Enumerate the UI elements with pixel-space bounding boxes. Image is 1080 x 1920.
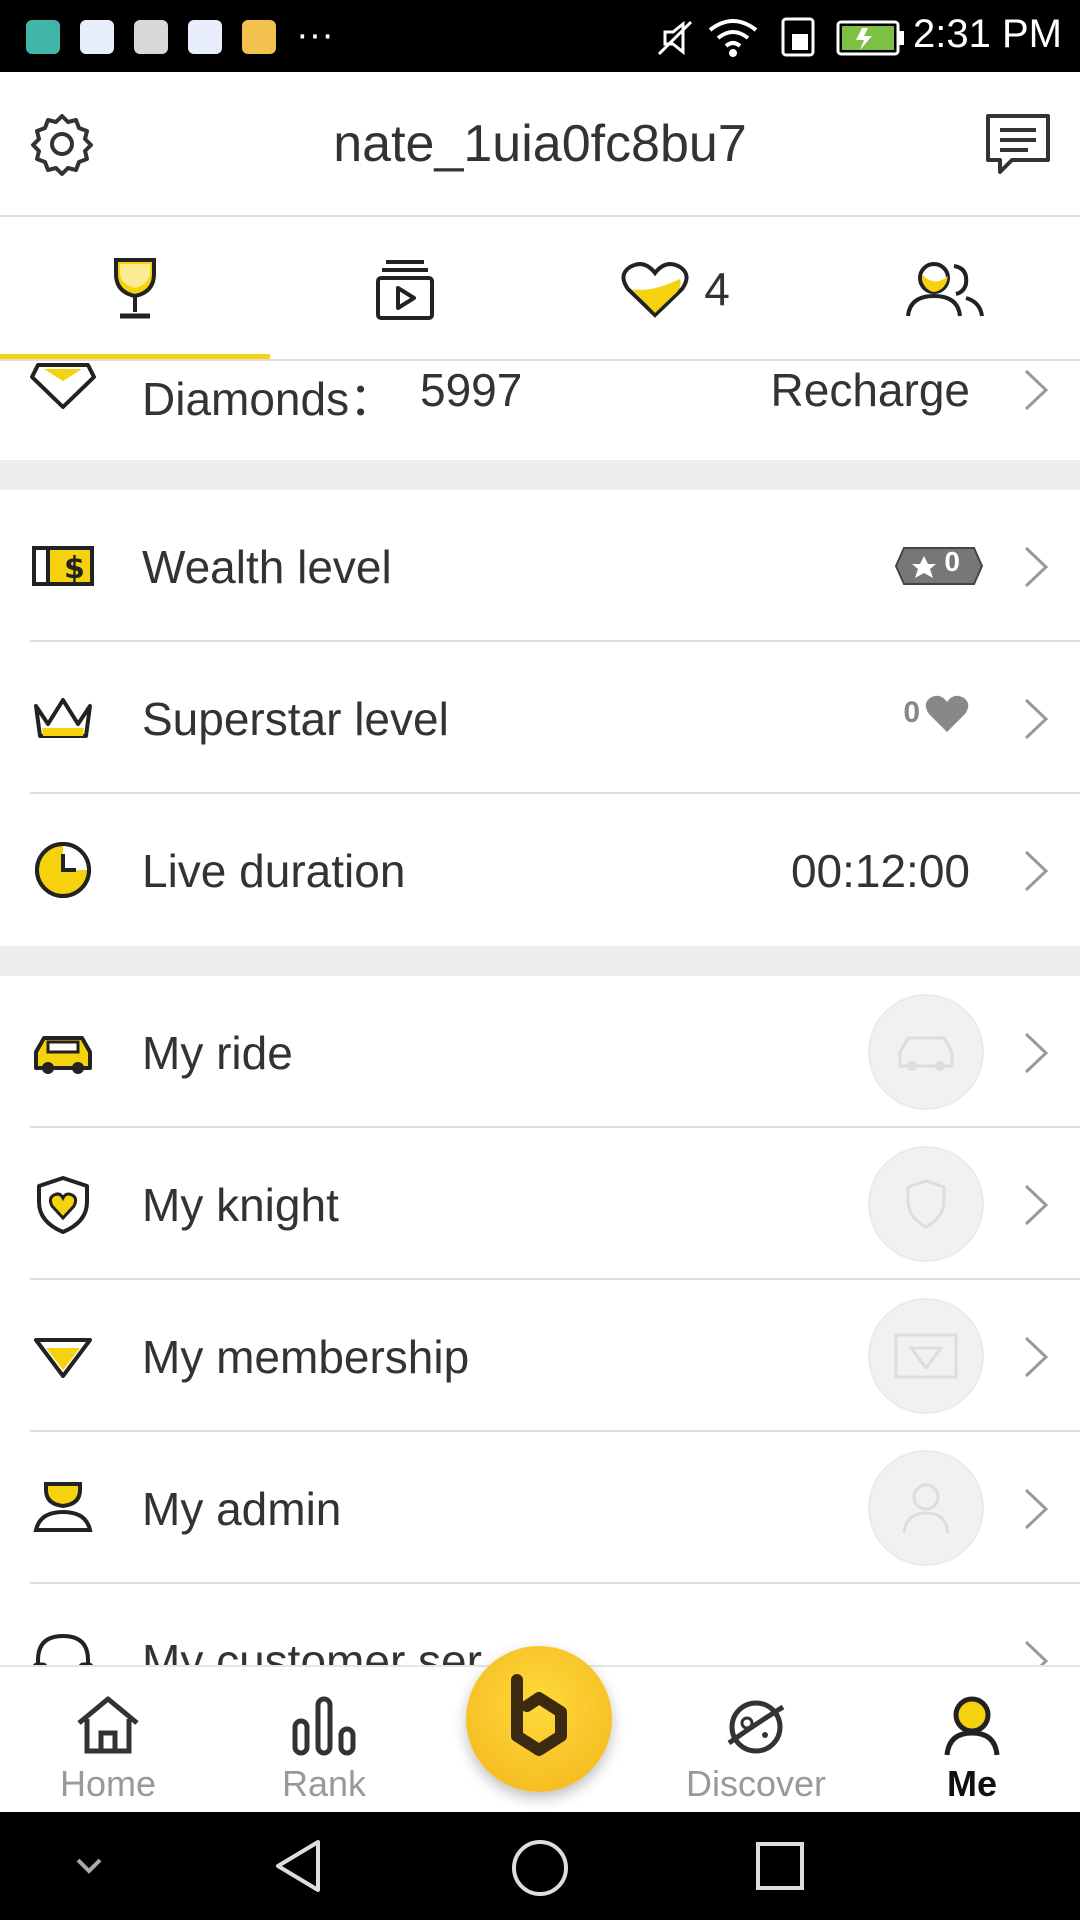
admin-thumbnail (868, 1450, 984, 1566)
gray-heart-icon (925, 695, 969, 732)
font-icon (134, 20, 168, 54)
battery-icon (836, 20, 904, 56)
chevron-right-icon (1024, 546, 1049, 588)
nav-discover[interactable]: Discover (656, 1667, 856, 1814)
live-duration-label: Live duration (142, 845, 406, 897)
chevron-right-icon (1024, 369, 1049, 411)
nav-me[interactable]: Me (872, 1667, 1072, 1814)
diamonds-row[interactable]: Diamonds： 5997 Recharge (0, 363, 1080, 460)
rank-icon (292, 1696, 356, 1756)
wealth-level-label: Wealth level (142, 541, 392, 593)
nav-discover-label: Discover (685, 1763, 827, 1804)
diamonds-value: 5997 (420, 364, 523, 416)
wealth-badge-value: 0 (944, 546, 960, 577)
shield-placeholder-icon (906, 1179, 946, 1229)
clock: 2:31 PM (913, 12, 1062, 56)
mute-icon (657, 20, 693, 56)
ride-thumbnail (868, 994, 984, 1110)
my-knight-row[interactable]: My knight (0, 1128, 1080, 1280)
profile-tabs: 4 (0, 219, 1080, 361)
my-knight-label: My knight (142, 1179, 339, 1231)
live-duration-row[interactable]: Live duration 00:12:00 (0, 794, 1080, 946)
profile-content: Diamonds： 5997 Recharge $ Wealth level 0 (0, 363, 1080, 1665)
money-icon: $ (32, 546, 94, 586)
me-icon (944, 1696, 1000, 1756)
person-placeholder-icon (902, 1483, 950, 1534)
tab-fans[interactable]: 4 (540, 219, 810, 359)
section-gap (0, 946, 1080, 976)
system-navigation-bar (0, 1812, 1080, 1920)
go-live-button[interactable] (466, 1646, 612, 1792)
people-icon (906, 262, 984, 317)
my-ride-row[interactable]: My ride (0, 976, 1080, 1128)
my-admin-row[interactable]: My admin (0, 1432, 1080, 1584)
chevron-right-icon (1024, 1032, 1049, 1074)
chevron-right-icon (1024, 698, 1049, 740)
superstar-badge-value: 0 (903, 696, 920, 729)
b-logo-icon (511, 1674, 567, 1756)
baidu-icon (80, 20, 114, 54)
my-customer-service-label: My customer ser (142, 1635, 482, 1665)
my-membership-label: My membership (142, 1331, 470, 1383)
clock-icon (35, 842, 91, 898)
wealth-level-row[interactable]: $ Wealth level 0 (0, 490, 1080, 642)
app-root: ··· 2:31 PM nate_1uia0fc8bu7 4 Diamonds：… (0, 0, 1080, 1920)
recharge-link[interactable]: Recharge (771, 363, 970, 417)
gem-icon (34, 1338, 92, 1378)
live-duration-value: 00:12:00 (790, 845, 970, 897)
fans-count: 4 (704, 263, 730, 315)
headset-icon (32, 1633, 94, 1665)
tab-trophy[interactable] (0, 219, 270, 359)
android-icon (26, 20, 60, 54)
my-membership-row[interactable]: My membership (0, 1280, 1080, 1432)
trophy-icon (114, 258, 156, 319)
recents-icon[interactable] (754, 1840, 806, 1892)
diamonds-label: Diamonds： (142, 373, 396, 425)
more-notifications: ··· (296, 14, 334, 56)
nav-home[interactable]: Home (8, 1667, 208, 1814)
tab-videos[interactable] (270, 219, 540, 359)
car-placeholder-icon (898, 1036, 954, 1071)
nav-rank-label: Rank (281, 1763, 367, 1804)
message-icon[interactable] (982, 108, 1054, 180)
send-icon (242, 20, 276, 54)
profile-header: nate_1uia0fc8bu7 (0, 72, 1080, 217)
collapse-chevron-icon[interactable] (74, 1856, 104, 1876)
svg-text:$: $ (64, 551, 85, 586)
my-admin-label: My admin (142, 1483, 342, 1535)
nav-rank[interactable]: Rank (224, 1667, 424, 1814)
section-gap (0, 460, 1080, 490)
my-ride-label: My ride (142, 1027, 293, 1079)
heart-icon (621, 262, 689, 318)
diamond-icon (30, 363, 96, 409)
status-bar: ··· 2:31 PM (0, 0, 1080, 72)
home-icon (77, 1696, 139, 1754)
superstar-level-row[interactable]: Superstar level 0 (0, 642, 1080, 794)
back-icon[interactable] (270, 1838, 326, 1894)
chevron-right-icon (1024, 1640, 1049, 1665)
knight-thumbnail (868, 1146, 984, 1262)
video-icon (376, 260, 434, 320)
crown-icon (34, 698, 92, 738)
tab-following[interactable] (810, 219, 1080, 359)
chevron-right-icon (1024, 850, 1049, 892)
superstar-level-label: Superstar level (142, 693, 449, 745)
chevron-right-icon (1024, 1488, 1049, 1530)
planet-icon (727, 1700, 785, 1754)
chevron-right-icon (1024, 1336, 1049, 1378)
username-title: nate_1uia0fc8bu7 (333, 115, 747, 173)
shield-icon (37, 1176, 89, 1234)
wifi-icon (708, 19, 758, 57)
car-icon (34, 1036, 92, 1074)
chevron-right-icon (1024, 1184, 1049, 1226)
nav-home-label: Home (59, 1763, 157, 1804)
sim-icon (781, 17, 815, 57)
membership-placeholder-icon (894, 1333, 958, 1379)
wealth-badge-icon (894, 547, 984, 585)
home-circle-icon[interactable] (510, 1838, 570, 1898)
baidu-icon-2 (188, 20, 222, 54)
admin-icon (33, 1482, 93, 1532)
nav-me-label: Me (946, 1763, 997, 1804)
membership-thumbnail (868, 1298, 984, 1414)
